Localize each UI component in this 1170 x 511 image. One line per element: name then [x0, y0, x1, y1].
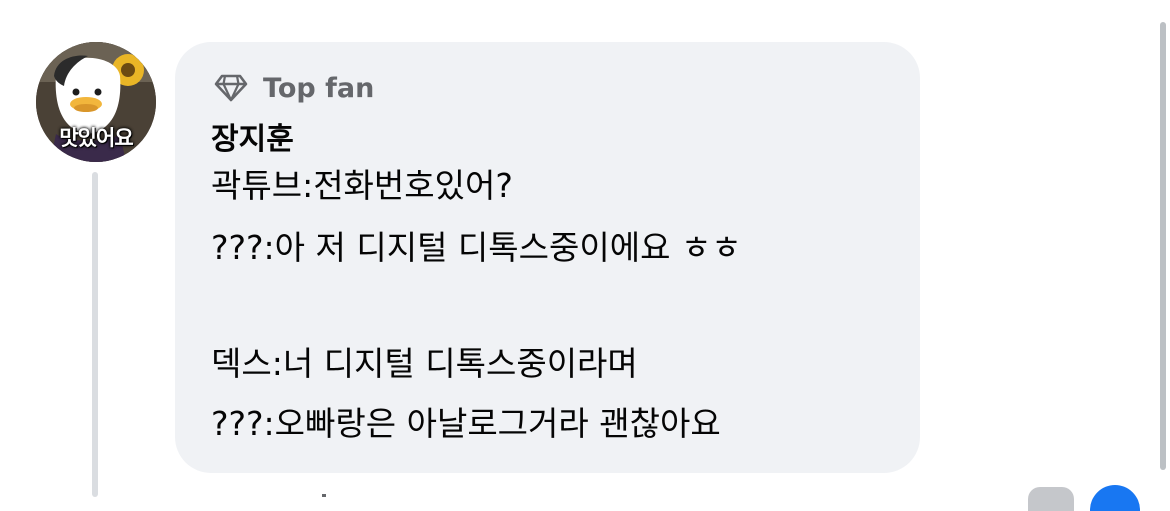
- reaction-summary[interactable]: [1028, 485, 1140, 511]
- comment-line-5: ???:오빠랑은 아날로그거라 괜찮아요: [211, 404, 721, 443]
- top-fan-badge[interactable]: Top fan: [213, 70, 374, 106]
- like-reaction-icon: [1090, 485, 1140, 511]
- reply-thread-line: [92, 172, 98, 497]
- comment-author[interactable]: 장지훈: [211, 114, 294, 158]
- comment-line-4: 덱스:너 디지털 디톡스중이라며: [211, 344, 638, 383]
- avatar-caption: 맛있어요: [59, 126, 133, 150]
- avatar[interactable]: 맛있어요: [36, 42, 156, 162]
- comment-bubble[interactable]: Top fan 장지훈 곽튜브:전화번호있어? ???:아 저 디지털 디톡스중…: [175, 42, 920, 473]
- comment-line-1: 곽튜브:전화번호있어?: [211, 166, 513, 205]
- comment-line-2: ???:아 저 디지털 디톡스중이에요 ㅎㅎ: [211, 228, 742, 267]
- reaction-count-icon: [1028, 487, 1074, 511]
- scrollbar[interactable]: [1160, 22, 1166, 470]
- badge-label: Top fan: [263, 72, 375, 104]
- diamond-icon: [213, 73, 249, 103]
